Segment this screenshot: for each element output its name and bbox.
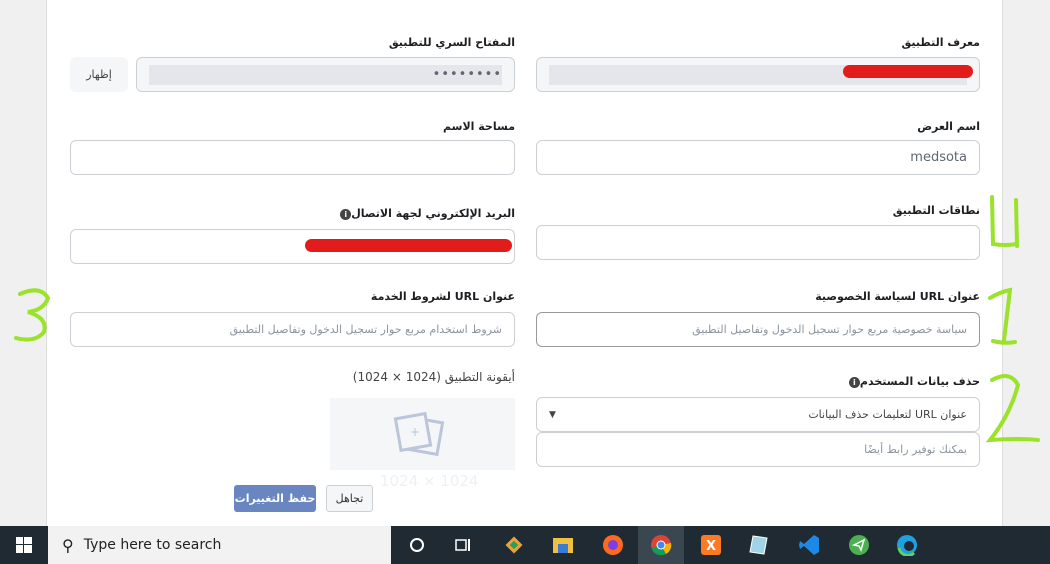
task-view-icon[interactable] bbox=[440, 526, 486, 564]
windows-taskbar: ⚲ Type here to search X bbox=[0, 526, 1050, 564]
git-icon[interactable] bbox=[491, 526, 537, 564]
search-icon: ⚲ bbox=[62, 535, 74, 555]
taskbar-search[interactable]: ⚲ Type here to search bbox=[48, 526, 391, 564]
svg-text:X: X bbox=[706, 539, 716, 554]
annotation-4 bbox=[990, 195, 1019, 248]
annotation-3 bbox=[14, 288, 51, 342]
annotation-2 bbox=[985, 374, 1040, 443]
telegram-icon[interactable] bbox=[836, 526, 882, 564]
annotation-1 bbox=[988, 287, 1017, 345]
windows-start-icon[interactable] bbox=[0, 526, 48, 564]
edge-icon[interactable] bbox=[884, 526, 930, 564]
chrome-icon[interactable] bbox=[638, 526, 684, 564]
vscode-icon[interactable] bbox=[786, 526, 832, 564]
firefox-icon[interactable] bbox=[590, 526, 636, 564]
handwritten-annotations bbox=[14, 195, 1040, 443]
cortana-icon[interactable] bbox=[394, 526, 440, 564]
xampp-icon[interactable]: X bbox=[688, 526, 734, 564]
notepad-icon[interactable] bbox=[736, 526, 782, 564]
file-explorer-icon[interactable] bbox=[540, 526, 586, 564]
